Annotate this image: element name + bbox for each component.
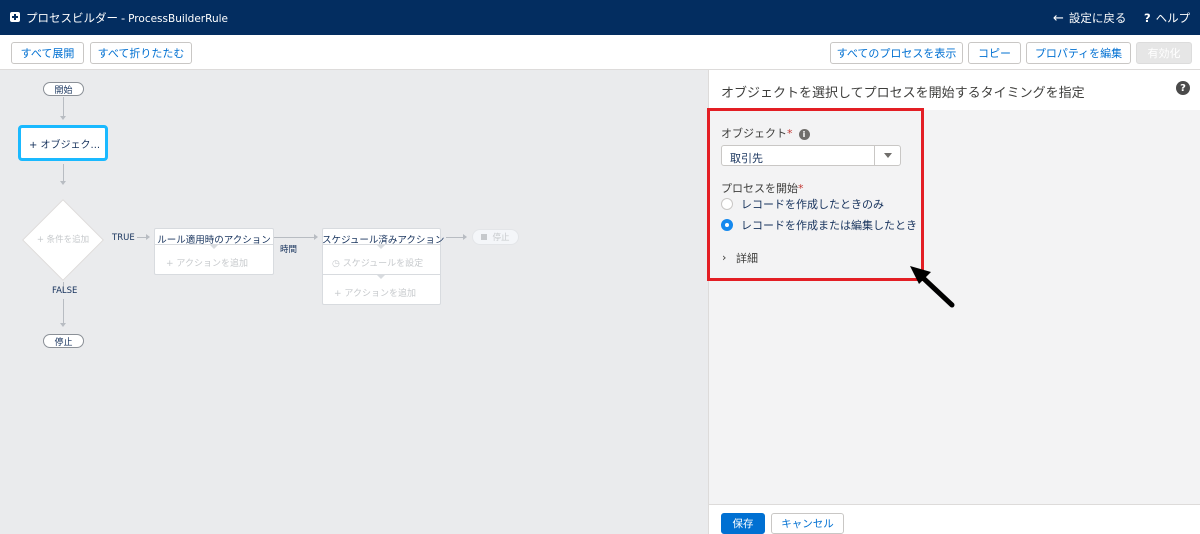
connector-arrow xyxy=(314,234,318,240)
add-action-link[interactable]: + アクションを追加 xyxy=(166,256,248,269)
collapse-all-button[interactable]: すべて折りたたむ xyxy=(90,42,192,64)
cancel-button[interactable]: キャンセル xyxy=(771,513,844,534)
stop2-label: 停止 xyxy=(492,233,510,243)
panel-title: オブジェクトを選択してプロセスを開始するタイミングを指定 xyxy=(721,86,1085,101)
expand-all-button[interactable]: すべて展開 xyxy=(11,42,84,64)
stop-icon xyxy=(481,234,488,240)
add-criteria-label[interactable]: + 条件を追加 xyxy=(28,233,98,245)
show-all-processes-button[interactable]: すべてのプロセスを表示 xyxy=(830,42,963,64)
help-question-icon: ? xyxy=(1144,11,1151,25)
connector-arrow xyxy=(60,323,66,327)
card-notch xyxy=(210,245,218,249)
connector-arrow xyxy=(60,116,66,120)
time-label: 時間 xyxy=(280,245,298,255)
back-label: 設定に戻る xyxy=(1068,11,1127,25)
true-label: TRUE xyxy=(112,233,135,243)
help-icon[interactable]: ? xyxy=(1176,81,1190,95)
connector-line xyxy=(63,299,64,324)
connector-arrow xyxy=(60,181,66,185)
connector-line xyxy=(446,237,463,238)
set-schedule-link[interactable]: ◷ スケジュールを設定 xyxy=(332,256,423,269)
clock-icon: ◷ xyxy=(332,259,340,269)
connector-line xyxy=(274,237,314,238)
help-label: ヘルプ xyxy=(1155,11,1191,25)
activate-button[interactable]: 有効化 xyxy=(1136,42,1192,64)
connector-line xyxy=(63,164,64,182)
stop-node: 停止 xyxy=(43,334,84,348)
back-to-setup-link[interactable]: ← 設定に戻る xyxy=(1053,10,1126,26)
panel-footer: 保存 キャンセル xyxy=(709,504,1200,534)
add-scheduled-action-link[interactable]: + アクションを追加 xyxy=(334,286,416,299)
help-link[interactable]: ? ヘルプ xyxy=(1144,10,1190,26)
connector-arrow xyxy=(463,234,467,240)
object-node[interactable]: + オブジェク... xyxy=(18,125,108,161)
app-title: プロセスビルダー - ProcessBuilderRule xyxy=(26,10,228,26)
start-node: 開始 xyxy=(43,82,84,96)
highlight-box xyxy=(707,108,924,281)
process-name: ProcessBuilderRule xyxy=(128,13,228,25)
process-canvas: 開始 + オブジェク... + 条件を追加 TRUE FALSE 停止 ルール適… xyxy=(0,70,708,534)
process-builder-icon xyxy=(10,12,20,22)
object-node-label: + オブジェク... xyxy=(29,139,101,151)
toolbar: すべて展開 すべて折りたたむ すべてのプロセスを表示 コピー プロパティを編集 … xyxy=(0,35,1200,70)
connector-line xyxy=(137,237,146,238)
immediate-actions-title: ルール適用時のアクション xyxy=(157,235,271,246)
copy-button[interactable]: コピー xyxy=(968,42,1021,64)
card-notch xyxy=(377,275,385,279)
edit-properties-button[interactable]: プロパティを編集 xyxy=(1026,42,1131,64)
save-button[interactable]: 保存 xyxy=(721,513,765,534)
top-header: プロセスビルダー - ProcessBuilderRule ← 設定に戻る ? ヘルプ xyxy=(0,0,1200,35)
set-schedule-label: スケジュールを設定 xyxy=(342,259,424,269)
scheduled-stop-node: 停止 xyxy=(472,229,519,245)
title-separator: - xyxy=(121,11,126,25)
back-arrow-icon: ← xyxy=(1053,11,1064,26)
connector-line xyxy=(63,97,64,117)
panel-header: オブジェクトを選択してプロセスを開始するタイミングを指定 ? xyxy=(709,70,1200,110)
false-label: FALSE xyxy=(52,286,78,296)
card-notch xyxy=(377,245,385,249)
scheduled-actions-title: スケジュール済みアクション xyxy=(322,235,445,246)
app-name: プロセスビルダー xyxy=(26,11,118,25)
connector-arrow xyxy=(146,234,150,240)
